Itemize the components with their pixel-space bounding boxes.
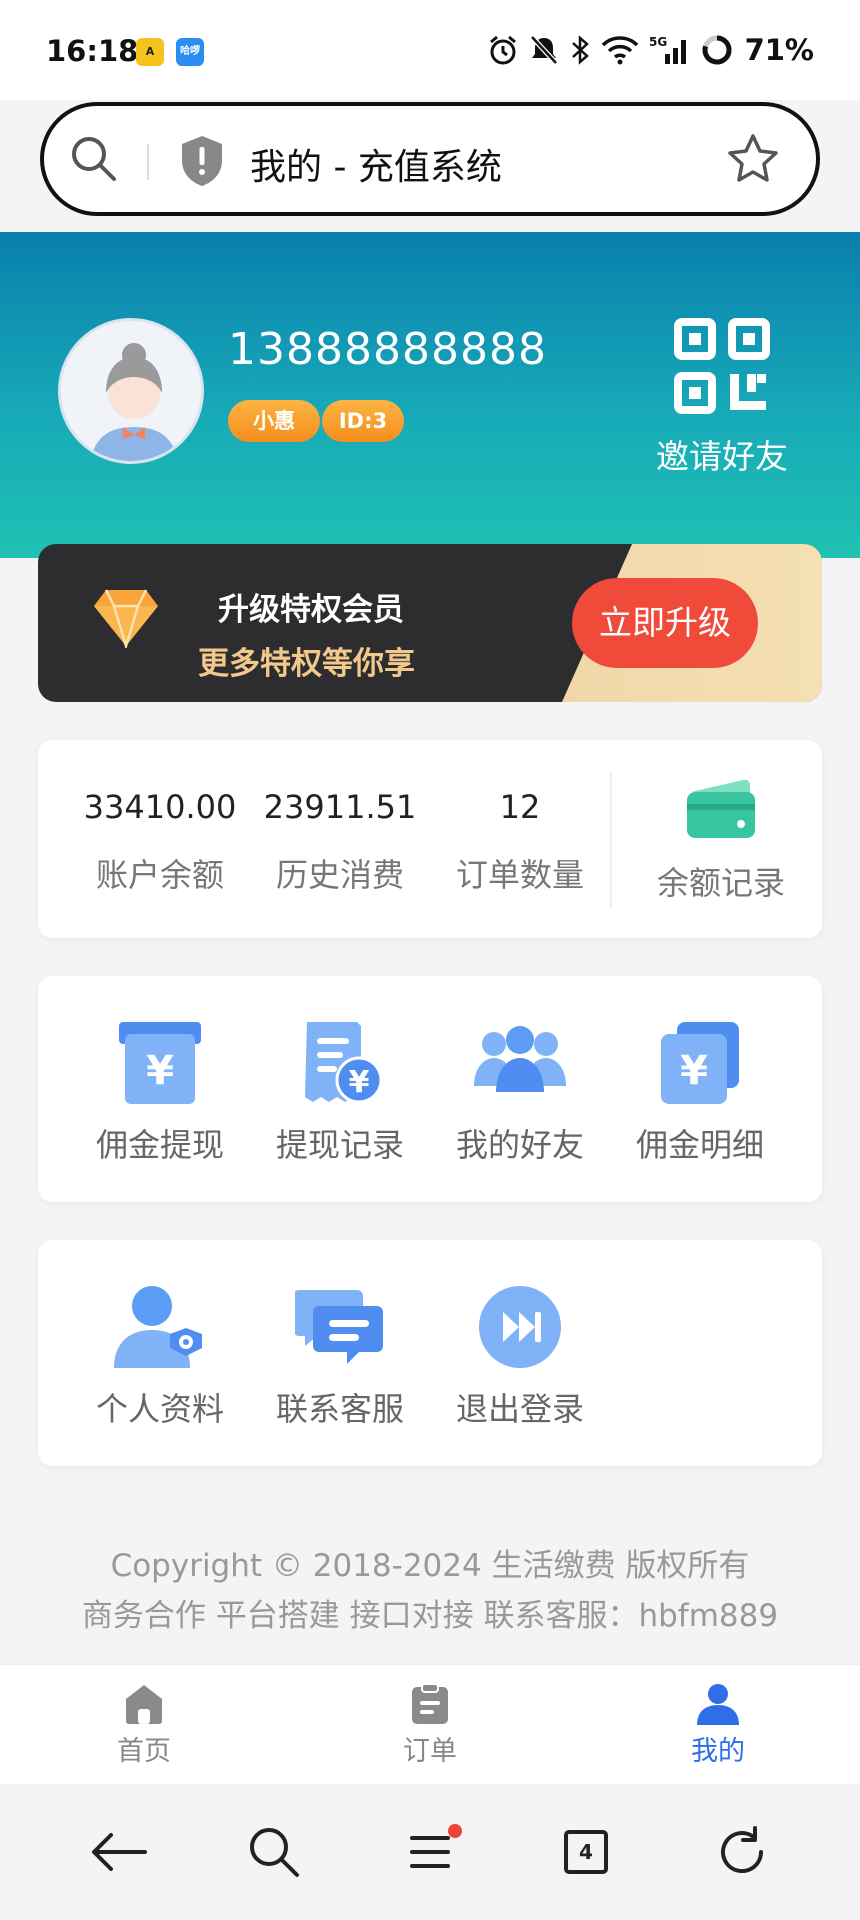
commission-menu-card: ¥ 佣金提现 ¥ 提现记录 我的好友 ¥ 佣金明细 <box>38 976 822 1202</box>
my-friends-item[interactable]: 我的好友 <box>430 1020 610 1166</box>
business-contact-text: 商务合作 平台搭建 接口对接 联系客服：hbfm889 <box>81 1598 779 1634</box>
status-bar: 16:18 A 哈啰 5G 71% <box>0 0 860 100</box>
refresh-button[interactable] <box>710 1820 774 1884</box>
refresh-icon <box>721 1826 764 1874</box>
logout-icon <box>479 1286 561 1368</box>
app-notification-badge: A <box>136 38 164 66</box>
commission-detail-item[interactable]: ¥ 佣金明细 <box>610 1020 790 1166</box>
hello-app-badge: 哈啰 <box>176 38 204 66</box>
notification-dot <box>448 1824 462 1838</box>
search-icon[interactable] <box>66 131 122 187</box>
mute-icon <box>529 35 558 65</box>
upgrade-now-button[interactable]: 立即升级 <box>572 578 758 668</box>
upgrade-banner: 升级特权会员 更多特权等你享 立即升级 <box>38 544 822 702</box>
upgrade-title: 升级特权会员 <box>218 592 404 628</box>
wifi-icon <box>601 36 638 65</box>
tab-home[interactable]: 首页 <box>74 1683 214 1768</box>
withdraw-record-icon: ¥ <box>305 1022 383 1104</box>
commission-detail-icon: ¥ <box>661 1022 739 1104</box>
contact-service-item[interactable]: 联系客服 <box>250 1284 430 1430</box>
back-arrow-icon <box>92 1833 147 1871</box>
account-stats-card: 33410.00 账户余额 23911.51 历史消费 12 订单数量 余额记录 <box>38 740 822 938</box>
friends-icon <box>474 1026 566 1092</box>
home-icon <box>126 1685 162 1724</box>
battery-icon <box>702 35 732 65</box>
signal-5g-icon: 5G <box>649 35 686 64</box>
profile-icon <box>114 1286 202 1368</box>
order-count-value: 12 <box>499 788 541 826</box>
tab-count: 4 <box>564 1830 608 1874</box>
user-phone: 13888888888 <box>228 324 547 375</box>
tab-home-label: 首页 <box>117 1736 171 1767</box>
copyright-text: Copyright © 2018-2024 生活缴费 版权所有 <box>110 1548 750 1584</box>
account-balance-value: 33410.00 <box>83 788 237 826</box>
diamond-icon <box>94 589 158 648</box>
svg-text:¥: ¥ <box>349 1065 370 1100</box>
user-id-badge: ID:3 <box>322 400 404 442</box>
personal-profile-item[interactable]: 个人资料 <box>70 1284 250 1430</box>
balance-record-button[interactable]: 余额记录 <box>632 778 810 904</box>
upgrade-subtitle: 更多特权等你享 <box>198 646 415 682</box>
withdraw-record-item[interactable]: ¥ 提现记录 <box>250 1020 430 1166</box>
bluetooth-icon <box>571 35 589 65</box>
commission-withdraw-label: 佣金提现 <box>95 1126 224 1164</box>
stats-divider <box>610 772 612 908</box>
tabs-button[interactable]: 4 <box>554 1820 618 1884</box>
user-icon <box>697 1684 739 1725</box>
history-spending-stat[interactable]: 23911.51 历史消费 <box>250 788 430 896</box>
invite-friends-label[interactable]: 邀请好友 <box>652 430 792 478</box>
account-balance-stat[interactable]: 33410.00 账户余额 <box>70 788 250 896</box>
contact-service-label: 联系客服 <box>275 1390 404 1428</box>
alarm-icon <box>489 35 516 65</box>
balance-record-label: 余额记录 <box>656 864 785 902</box>
tab-mine-label: 我的 <box>691 1736 745 1767</box>
member-level-badge: 小惠 <box>228 400 320 442</box>
history-spending-value: 23911.51 <box>263 788 417 826</box>
commission-withdraw-item[interactable]: ¥ 佣金提现 <box>70 1020 250 1166</box>
search-button[interactable] <box>242 1820 306 1884</box>
svg-text:¥: ¥ <box>680 1048 708 1094</box>
svg-text:¥: ¥ <box>146 1048 174 1094</box>
status-time: 16:18 <box>46 34 139 68</box>
logout-label: 退出登录 <box>455 1390 584 1428</box>
order-count-stat[interactable]: 12 订单数量 <box>430 788 610 896</box>
menu-button[interactable] <box>398 1820 462 1884</box>
history-spending-label: 历史消费 <box>275 856 404 894</box>
order-count-label: 订单数量 <box>455 856 584 894</box>
battery-level: 71% <box>744 33 814 67</box>
tab-orders[interactable]: 订单 <box>360 1683 500 1768</box>
orders-icon <box>412 1683 448 1724</box>
account-balance-label: 账户余额 <box>95 856 224 894</box>
profile-header: 13888888888 小惠 ID:3 邀请好友 <box>0 232 860 558</box>
menu-icon <box>410 1836 450 1868</box>
tab-orders-label: 订单 <box>403 1736 457 1767</box>
back-button[interactable] <box>86 1820 150 1884</box>
tab-mine[interactable]: 我的 <box>648 1683 788 1768</box>
avatar[interactable] <box>58 318 204 464</box>
withdraw-record-label: 提现记录 <box>275 1126 404 1164</box>
my-friends-label: 我的好友 <box>455 1126 584 1164</box>
shield-icon[interactable] <box>178 134 226 188</box>
browser-navigation: 4 <box>0 1784 860 1920</box>
commission-detail-label: 佣金明细 <box>635 1126 764 1164</box>
wallet-icon <box>687 779 755 838</box>
address-bar[interactable]: 我的 - 充值系统 <box>40 102 820 216</box>
account-menu-card: 个人资料 联系客服 退出登录 <box>38 1240 822 1466</box>
logout-item[interactable]: 退出登录 <box>430 1284 610 1430</box>
commission-withdraw-icon: ¥ <box>119 1022 201 1104</box>
bookmark-star-icon[interactable] <box>726 132 780 186</box>
page-title: 我的 - 充值系统 <box>250 147 502 188</box>
svg-text:5G: 5G <box>649 35 667 49</box>
avatar-image <box>61 321 201 461</box>
customer-service-icon <box>295 1290 383 1364</box>
qr-code-icon[interactable] <box>672 316 772 416</box>
search-icon <box>250 1828 299 1877</box>
personal-profile-label: 个人资料 <box>95 1390 224 1428</box>
address-divider <box>147 144 149 180</box>
bottom-tab-bar: 首页 订单 我的 <box>0 1664 860 1784</box>
status-icons: 5G 71% <box>487 30 814 70</box>
